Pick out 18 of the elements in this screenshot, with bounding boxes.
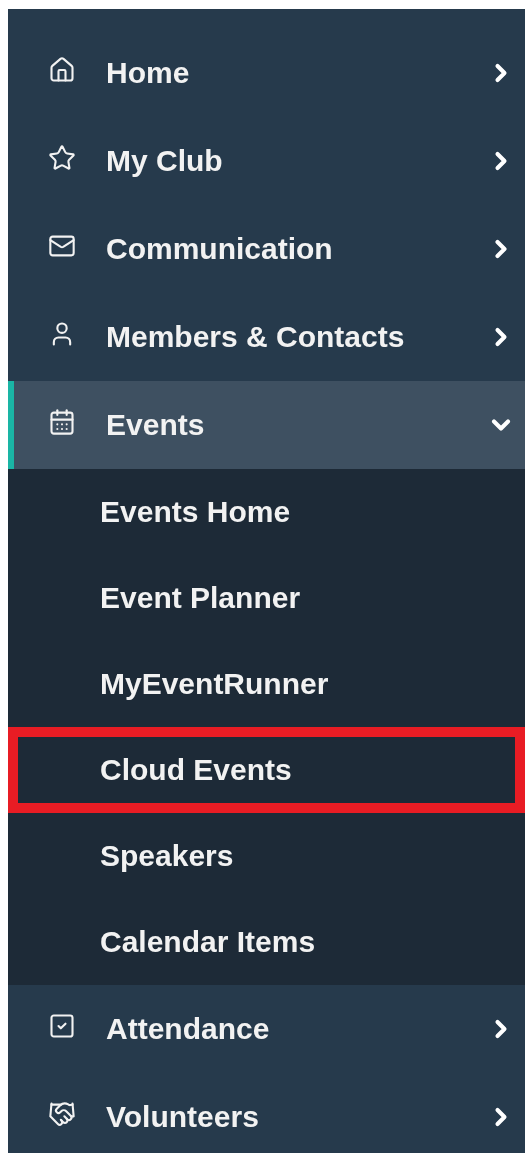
menu-label: Communication: [106, 232, 334, 266]
menu-label: Events: [106, 408, 206, 442]
submenu-item[interactable]: Speakers: [8, 813, 525, 899]
submenu-item[interactable]: Event Planner: [8, 555, 525, 641]
menu-item[interactable]: Events: [8, 381, 525, 469]
submenu-item[interactable]: MyEventRunner: [8, 641, 525, 727]
menu-label: Attendance: [106, 1012, 271, 1046]
menu-label: My Club: [106, 144, 224, 178]
star-icon: [48, 144, 76, 172]
submenu-item[interactable]: Events Home: [8, 469, 525, 555]
menu-label: Volunteers: [106, 1100, 260, 1134]
home-icon: [48, 56, 76, 84]
handshake-icon: [48, 1100, 76, 1128]
calendar-icon: [48, 408, 76, 436]
checkbox-icon: [48, 1012, 76, 1040]
submenu-item[interactable]: Cloud Events: [8, 727, 525, 813]
menu-label: Members & Contacts: [106, 320, 406, 354]
menu-label: Home: [106, 56, 191, 90]
